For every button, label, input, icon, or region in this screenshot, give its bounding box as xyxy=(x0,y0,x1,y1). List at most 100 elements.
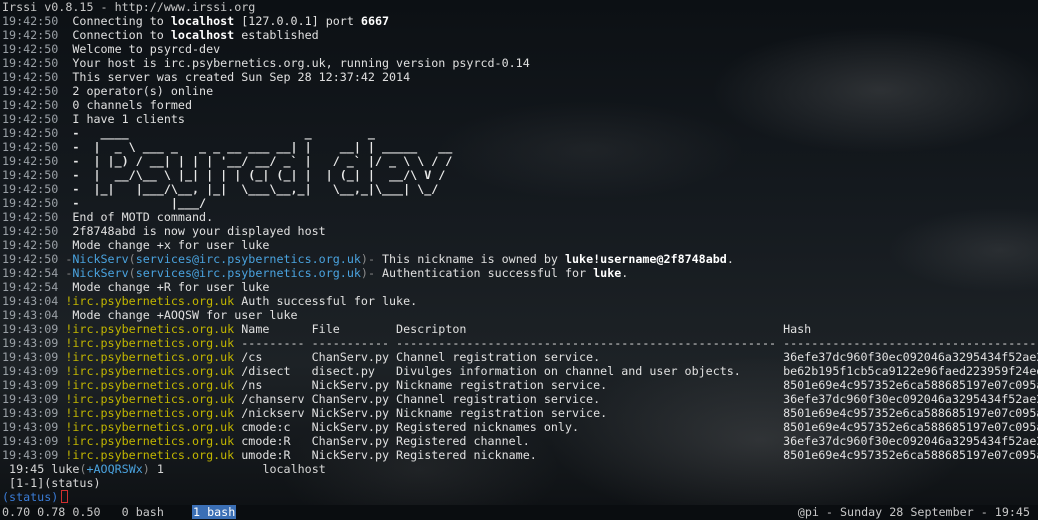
message-text: established xyxy=(234,28,319,42)
message-line: 19:43:09 !irc.psybernetics.org.uk Name F… xyxy=(2,322,1038,336)
message-text: - xyxy=(58,266,73,280)
message-text: Name File Descripton Hash xyxy=(234,322,812,336)
window-list: [1-1](status) xyxy=(9,476,101,490)
status-server: localhost xyxy=(262,462,326,476)
message-line: 19:43:09 !irc.psybernetics.org.uk /disec… xyxy=(2,364,1038,378)
message-line: 19:43:04 !irc.psybernetics.org.uk Auth s… xyxy=(2,294,1038,308)
text-cursor xyxy=(61,490,69,503)
message-text: Welcome to psyrcd-dev xyxy=(58,42,221,56)
message-text: !irc.psybernetics.org.uk xyxy=(58,406,235,420)
message-text: !irc.psybernetics.org.uk xyxy=(58,378,235,392)
message-text: localhost xyxy=(170,28,235,42)
message-text: 2f8748abd is now your displayed host xyxy=(58,224,326,238)
tmux-window-1[interactable]: 1 bash xyxy=(192,505,237,519)
timestamp: 19:42:50 xyxy=(2,238,59,252)
timestamp: 19:42:50 xyxy=(2,252,59,266)
message-text: luke!username@2f8748abd xyxy=(564,252,727,266)
message-text: . xyxy=(621,266,629,280)
message-text: - xyxy=(367,266,375,280)
message-line: 19:43:09 !irc.psybernetics.org.uk cmode:… xyxy=(2,420,1038,434)
message-text: !irc.psybernetics.org.uk xyxy=(58,434,235,448)
message-text: !irc.psybernetics.org.uk xyxy=(58,420,235,434)
tmux-right: @pi - Sunday 28 September - 19:45 xyxy=(797,505,1030,519)
message-text: - |_| |___/\__, |_| \___\__,_| \__,_|\__… xyxy=(58,182,439,196)
message-text: This server was created Sun Sep 28 12:37… xyxy=(58,70,411,84)
message-text: services@irc.psybernetics.org.uk xyxy=(135,252,361,266)
timestamp: 19:43:09 xyxy=(2,392,59,406)
message-line: 19:42:50 End of MOTD command. xyxy=(2,210,1038,224)
timestamp: 19:43:09 xyxy=(2,350,59,364)
tmux-window-0[interactable]: 0 bash xyxy=(122,505,164,519)
message-text: - | |_) / __| | | | '__/ __/ _` | / _` |… xyxy=(58,154,453,168)
message-line: 19:42:50 - | __/\__ \ |_| | | | (_| (_| … xyxy=(2,168,1038,182)
message-line: 19:43:09 !irc.psybernetics.org.uk /nicks… xyxy=(2,406,1038,420)
message-line: 19:43:09 !irc.psybernetics.org.uk /cs Ch… xyxy=(2,350,1038,364)
timestamp: 19:43:09 xyxy=(2,434,59,448)
message-text: Auth successful for luke. xyxy=(234,294,418,308)
timestamp: 19:42:50 xyxy=(2,126,59,140)
message-text: . xyxy=(726,252,734,266)
status-nick: luke xyxy=(51,462,80,476)
message-text: 2 operator(s) online xyxy=(58,84,214,98)
message-line: 19:42:50 Your host is irc.psybernetics.o… xyxy=(2,56,1038,70)
message-line: 19:42:50 2f8748abd is now your displayed… xyxy=(2,224,1038,238)
message-scrollback[interactable]: 19:42:50 Connecting to localhost [127.0.… xyxy=(2,14,1038,462)
message-text: cmode:c NickServ.py Registered nicknames… xyxy=(234,420,1038,434)
message-text: !irc.psybernetics.org.uk xyxy=(58,392,235,406)
timestamp: 19:42:54 xyxy=(2,266,59,280)
message-text: I have 1 clients xyxy=(58,112,185,126)
message-text: End of MOTD command. xyxy=(58,210,214,224)
message-text: --------- ----------- ------------------… xyxy=(234,336,1038,350)
message-text: - |___/ xyxy=(58,196,207,210)
status-time: 19:45 xyxy=(9,462,45,476)
irssi-window: Irssi v0.8.15 - http://www.irssi.org 19:… xyxy=(2,0,1038,504)
message-text: /cs ChanServ.py Channel registration ser… xyxy=(234,350,1038,364)
message-line: 19:42:50 Mode change +x for user luke xyxy=(2,238,1038,252)
message-text: Mode change +R for user luke xyxy=(58,280,270,294)
timestamp: 19:42:54 xyxy=(2,280,59,294)
message-text: - ____ _ _ xyxy=(58,126,375,140)
message-line: 19:42:50 - |___/ xyxy=(2,196,1038,210)
message-line: 19:43:09 !irc.psybernetics.org.uk umode:… xyxy=(2,448,1038,462)
timestamp: 19:42:50 xyxy=(2,42,59,56)
message-text: cmode:R ChanServ.py Registered channel. … xyxy=(234,434,1038,448)
timestamp: 19:42:50 xyxy=(2,140,59,154)
irssi-window-list: [1-1](status) xyxy=(2,476,1038,490)
message-line: 19:42:50 I have 1 clients xyxy=(2,112,1038,126)
message-line: 19:42:54 Mode change +R for user luke xyxy=(2,280,1038,294)
message-text: Mode change +x for user luke xyxy=(58,238,270,252)
timestamp: 19:42:50 xyxy=(2,28,59,42)
message-text: /ns NickServ.py Nickname registration se… xyxy=(234,378,1038,392)
status-modes: +AOQRSWx xyxy=(86,462,143,476)
timestamp: 19:42:50 xyxy=(2,84,59,98)
timestamp: 19:42:50 xyxy=(2,98,59,112)
timestamp: 19:43:09 xyxy=(2,322,59,336)
message-line: 19:42:50 - |_| |___/\__, |_| \___\__,_| … xyxy=(2,182,1038,196)
message-text: !irc.psybernetics.org.uk xyxy=(58,294,235,308)
message-line: 19:42:50 0 channels formed xyxy=(2,98,1038,112)
message-text: services@irc.psybernetics.org.uk xyxy=(135,266,361,280)
message-text: !irc.psybernetics.org.uk xyxy=(58,336,235,350)
irssi-statusbar: 19:45 luke(+AOQRSWx) 1 localhost xyxy=(9,462,326,476)
message-text: luke xyxy=(593,266,622,280)
input-prompt: (status) xyxy=(2,490,59,504)
message-text: - xyxy=(367,252,375,266)
timestamp: 19:43:09 xyxy=(2,336,59,350)
message-text: ) xyxy=(360,266,368,280)
message-line: 19:43:09 !irc.psybernetics.org.uk /chans… xyxy=(2,392,1038,406)
message-line: 19:42:50 Connecting to localhost [127.0.… xyxy=(2,14,1038,28)
timestamp: 19:42:50 xyxy=(2,224,59,238)
input-line[interactable]: (status) xyxy=(2,490,1038,504)
timestamp: 19:42:50 xyxy=(2,154,59,168)
timestamp: 19:43:09 xyxy=(2,420,59,434)
message-text: - xyxy=(58,252,73,266)
message-text: NickServ xyxy=(72,266,129,280)
timestamp: 19:42:50 xyxy=(2,14,59,28)
message-text: !irc.psybernetics.org.uk xyxy=(58,364,235,378)
message-text: Connecting to xyxy=(58,14,171,28)
message-text: Connection to xyxy=(58,28,171,42)
timestamp: 19:42:50 xyxy=(2,182,59,196)
message-text: Authentication successful for xyxy=(374,266,594,280)
message-text: !irc.psybernetics.org.uk xyxy=(58,350,235,364)
timestamp: 19:42:50 xyxy=(2,168,59,182)
